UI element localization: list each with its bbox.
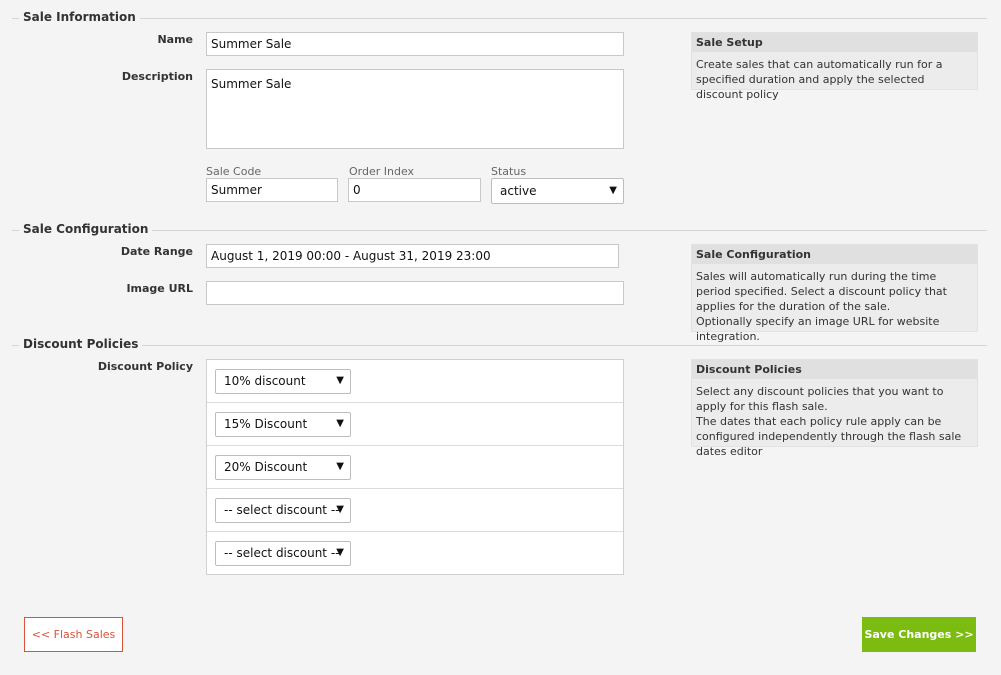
discount-policy-value: -- select discount --	[224, 503, 340, 517]
caret-down-icon: ▼	[336, 418, 344, 429]
section-divider	[12, 230, 987, 231]
info-box-title: Discount Policies	[692, 360, 977, 379]
section-divider	[12, 345, 987, 346]
list-item: 15% Discount ▼	[207, 403, 623, 446]
sale-code-label: Sale Code	[206, 165, 262, 178]
section-title-discount-policies: Discount Policies	[19, 337, 143, 351]
caret-down-icon: ▼	[336, 504, 344, 515]
info-box-body: Sales will automatically run during the …	[692, 264, 977, 349]
discount-policy-value: -- select discount --	[224, 546, 340, 560]
caret-down-icon: ▼	[336, 547, 344, 558]
info-box-line: The dates that each policy rule apply ca…	[696, 415, 962, 458]
discount-policy-select[interactable]: 20% Discount ▼	[215, 455, 351, 480]
back-to-flash-sales-button[interactable]: << Flash Sales	[24, 617, 123, 652]
name-label: Name	[157, 33, 193, 46]
info-box-body: Select any discount policies that you wa…	[692, 379, 977, 464]
discount-policy-select[interactable]: -- select discount -- ▼	[215, 498, 351, 523]
discount-policy-select[interactable]: 15% Discount ▼	[215, 412, 351, 437]
date-range-input[interactable]: August 1, 2019 00:00 - August 31, 2019 2…	[206, 244, 619, 268]
info-box-title: Sale Configuration	[692, 245, 977, 264]
info-box-body: Create sales that can automatically run …	[692, 52, 977, 107]
name-input[interactable]: Summer Sale	[206, 32, 624, 56]
info-box-line: Select any discount policies that you wa…	[696, 385, 944, 413]
info-box-title: Sale Setup	[692, 33, 977, 52]
info-box-sale-setup: Sale Setup Create sales that can automat…	[691, 32, 978, 101]
info-box-line: Optionally specify an image URL for webs…	[696, 315, 940, 343]
status-select[interactable]: active ▼	[491, 178, 624, 204]
sale-code-input[interactable]: Summer	[206, 178, 338, 202]
image-url-input[interactable]	[206, 281, 624, 305]
section-title-sale-configuration: Sale Configuration	[19, 222, 153, 236]
info-box-discount-policies: Discount Policies Select any discount po…	[691, 359, 978, 458]
discount-policy-value: 20% Discount	[224, 460, 308, 474]
status-label: Status	[491, 165, 527, 178]
section-divider	[12, 18, 987, 19]
caret-down-icon: ▼	[609, 185, 617, 196]
info-box-line: Sales will automatically run during the …	[696, 270, 947, 313]
date-range-label: Date Range	[120, 245, 193, 258]
section-title-sale-information: Sale Information	[19, 10, 140, 24]
discount-policy-list: 10% discount ▼ 15% Discount ▼ 20% Discou…	[206, 359, 624, 575]
list-item: -- select discount -- ▼	[207, 532, 623, 575]
list-item: 20% Discount ▼	[207, 446, 623, 489]
image-url-label: Image URL	[126, 282, 193, 295]
save-changes-button[interactable]: Save Changes >>	[862, 617, 976, 652]
order-index-input[interactable]: 0	[348, 178, 481, 202]
discount-policy-value: 10% discount	[224, 374, 306, 388]
discount-policy-label: Discount Policy	[97, 360, 193, 373]
description-textarea[interactable]: Summer Sale	[206, 69, 624, 149]
info-box-sale-configuration: Sale Configuration Sales will automatica…	[691, 244, 978, 343]
discount-policy-value: 15% Discount	[224, 417, 308, 431]
list-item: -- select discount -- ▼	[207, 489, 623, 532]
caret-down-icon: ▼	[336, 375, 344, 386]
caret-down-icon: ▼	[336, 461, 344, 472]
info-box-line: Create sales that can automatically run …	[696, 58, 943, 101]
list-item: 10% discount ▼	[207, 360, 623, 403]
discount-policy-select[interactable]: 10% discount ▼	[215, 369, 351, 394]
description-label: Description	[121, 70, 193, 83]
status-select-value: active	[500, 184, 537, 198]
discount-policy-select[interactable]: -- select discount -- ▼	[215, 541, 351, 566]
order-index-label: Order Index	[349, 165, 415, 178]
